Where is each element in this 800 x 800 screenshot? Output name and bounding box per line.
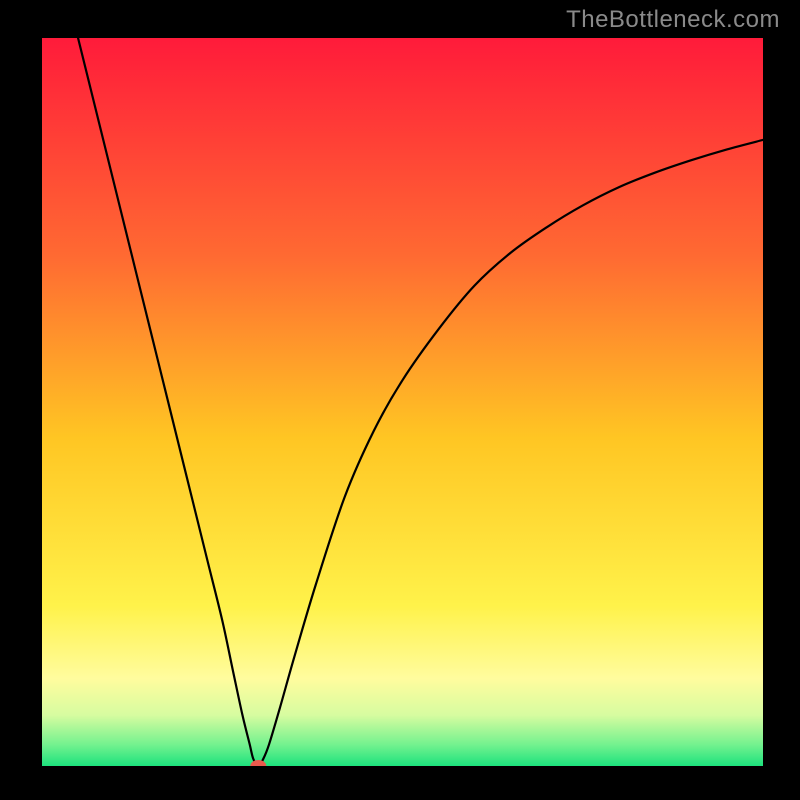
- watermark-text: TheBottleneck.com: [566, 6, 780, 34]
- gradient-background: [42, 38, 763, 766]
- chart-frame: TheBottleneck.com: [0, 0, 800, 800]
- bottleneck-chart: [42, 38, 763, 766]
- plot-area: [42, 38, 763, 766]
